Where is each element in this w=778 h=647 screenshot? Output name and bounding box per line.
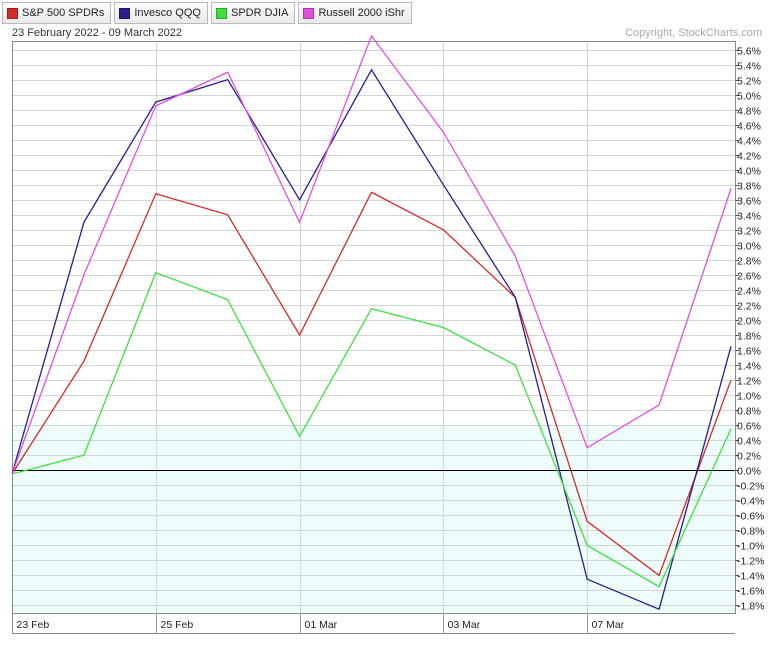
y-tick-label: 4.6%	[737, 121, 761, 133]
y-tick-label: 2.4%	[737, 286, 761, 298]
y-tick-label: 3.4%	[737, 211, 761, 223]
y-tick-label: 3.2%	[737, 226, 761, 238]
y-tick-label: 2.6%	[737, 271, 761, 283]
y-tick-label: -1.4%	[737, 571, 764, 583]
y-tick-label: -1.8%	[737, 601, 764, 613]
y-tick-label: -1.6%	[737, 586, 764, 598]
y-tick-label: 5.4%	[737, 61, 761, 73]
x-tick-label: 01 Mar	[305, 619, 338, 631]
y-tick-label: -1.0%	[737, 541, 764, 553]
y-tick-label: -1.2%	[737, 556, 764, 568]
y-tick-label: 3.6%	[737, 196, 761, 208]
y-tick-label: 0.0%	[737, 466, 761, 478]
y-tick-label: 2.0%	[737, 316, 761, 328]
x-tick-label: 03 Mar	[448, 619, 481, 631]
y-tick-label: 5.0%	[737, 91, 761, 103]
y-tick-label: -0.8%	[737, 526, 764, 538]
y-tick-label: -0.4%	[737, 496, 764, 508]
y-tick-label: 0.2%	[737, 451, 761, 463]
y-tick-label: 4.8%	[737, 106, 761, 118]
x-tick-label: 07 Mar	[592, 619, 625, 631]
y-tick-label: 1.2%	[737, 376, 761, 388]
x-tick-label: 25 Feb	[161, 619, 194, 631]
y-tick-label: 5.2%	[737, 76, 761, 88]
y-tick-label: -0.6%	[737, 511, 764, 523]
y-tick-label: 3.0%	[737, 241, 761, 253]
y-tick-label: 1.0%	[737, 391, 761, 403]
y-tick-label: 4.2%	[737, 151, 761, 163]
performance-chart: -1.8% -1.6% -1.4% -1.2% -1.0% -0.8% -0.6% -0.4%…	[11, 34, 764, 634]
y-tick-label: 0.6%	[737, 421, 761, 433]
y-tick-label: 1.4%	[737, 361, 761, 373]
x-tick-label: 23 Feb	[17, 619, 50, 631]
y-tick-label: 0.8%	[737, 406, 761, 418]
y-tick-label: 0.4%	[737, 436, 761, 448]
y-tick-label: 2.8%	[737, 256, 761, 268]
y-tick-label: -0.2%	[737, 481, 764, 493]
y-tick-label: 3.8%	[737, 181, 761, 193]
y-tick-label: 2.2%	[737, 301, 761, 313]
y-tick-label: 4.0%	[737, 166, 761, 178]
y-tick-label: 1.8%	[737, 331, 761, 343]
y-tick-label: 5.6%	[737, 46, 761, 58]
plot-area-shade	[12, 425, 735, 613]
y-tick-label: 1.6%	[737, 346, 761, 358]
y-tick-label: 4.4%	[737, 136, 761, 148]
